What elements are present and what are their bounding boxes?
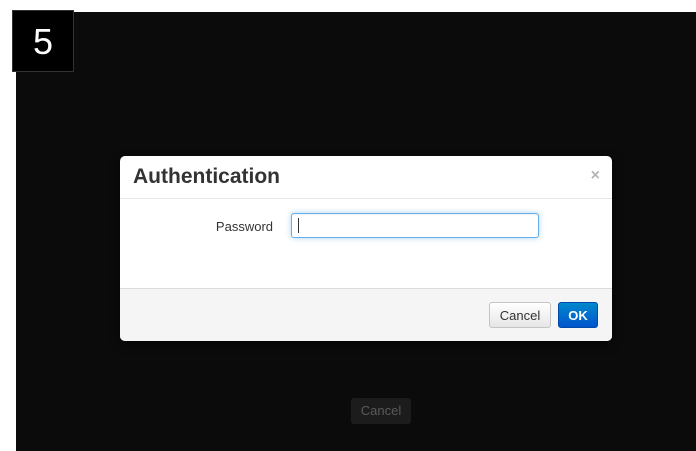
step-number-badge: 5 xyxy=(12,10,74,72)
text-caret xyxy=(298,218,299,233)
dialog-body: Password xyxy=(120,199,612,288)
dialog-title: Authentication xyxy=(133,165,280,188)
dialog-header: Authentication × xyxy=(120,156,612,199)
cancel-button[interactable]: Cancel xyxy=(489,302,551,328)
ok-button[interactable]: OK xyxy=(558,302,598,328)
authentication-dialog: Authentication × Password Cancel OK xyxy=(120,156,612,341)
password-input[interactable] xyxy=(291,213,539,238)
background-cancel-button[interactable]: Cancel xyxy=(351,398,411,424)
close-icon[interactable]: × xyxy=(591,167,600,185)
password-label: Password xyxy=(215,219,273,234)
dialog-footer: Cancel OK xyxy=(120,288,612,341)
